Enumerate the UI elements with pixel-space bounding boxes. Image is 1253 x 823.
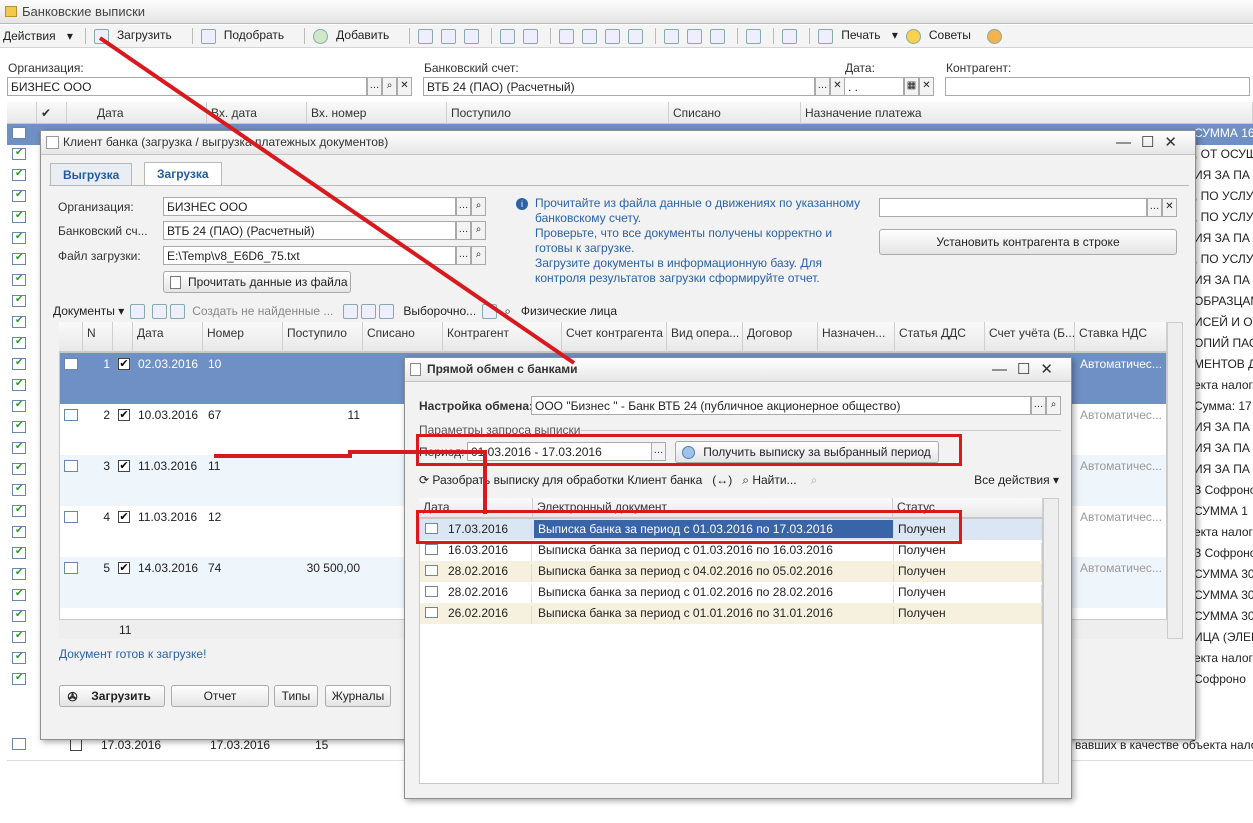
annotation-arrow-line [98, 36, 576, 365]
annotation-period-box [416, 434, 962, 466]
annotation-overlay [98, 36, 576, 514]
annotation-row-box [416, 510, 962, 544]
